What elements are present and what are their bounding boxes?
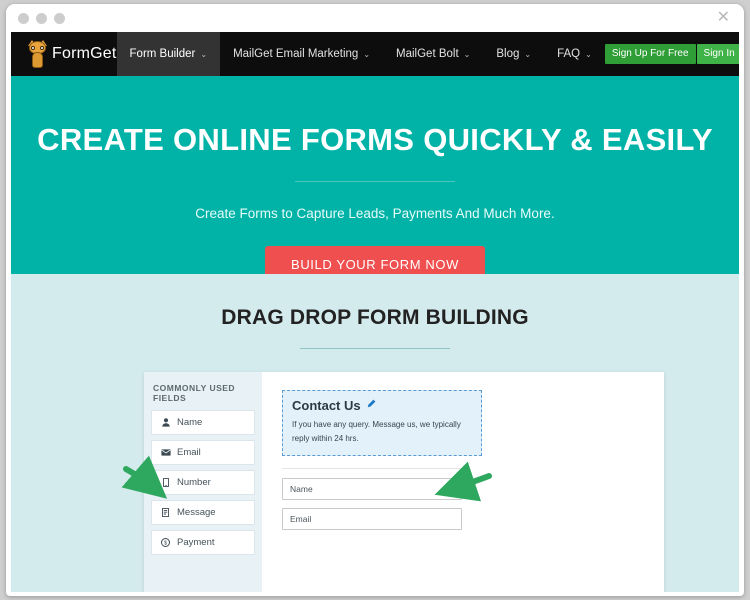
envelope-icon — [160, 449, 171, 456]
form-header-divider — [282, 468, 464, 469]
brand-name: FormGet — [52, 45, 117, 62]
field-block-number[interactable]: Number — [151, 470, 255, 495]
window-dot-close[interactable] — [18, 13, 29, 24]
form-builder-mockup: COMMONLY USED FIELDS Name Email Number M… — [144, 372, 664, 592]
browser-window: ✕ FormGet Form Builder ⌄ MailGet Email M… — [6, 4, 744, 596]
nav-item-form-builder[interactable]: Form Builder ⌄ — [116, 32, 221, 76]
mobile-phone-icon — [160, 478, 171, 487]
dollar-circle-icon: $ — [160, 538, 171, 547]
form-header-title-row: Contact Us — [292, 398, 472, 413]
window-traffic-lights — [18, 13, 65, 24]
form-header-block[interactable]: Contact Us If you have any query. Messag… — [282, 390, 482, 456]
nav-item-label: MailGet Bolt — [396, 48, 459, 60]
field-block-payment[interactable]: $ Payment — [151, 530, 255, 555]
brand-logo[interactable]: FormGet — [11, 32, 117, 76]
window-dot-minimize[interactable] — [36, 13, 47, 24]
hero-divider — [295, 181, 455, 182]
chevron-down-icon: ⌄ — [363, 49, 371, 59]
page-viewport: FormGet Form Builder ⌄ MailGet Email Mar… — [11, 32, 739, 592]
nav-item-faq[interactable]: FAQ ⌄ — [544, 32, 605, 76]
form-header-description: If you have any query. Message us, we ty… — [292, 420, 461, 443]
svg-text:$: $ — [164, 541, 167, 547]
field-block-label: Message — [177, 507, 216, 518]
chevron-down-icon: ⌄ — [463, 49, 471, 59]
chevron-down-icon: ⌄ — [524, 49, 532, 59]
pencil-icon[interactable] — [366, 399, 376, 412]
nav-item-label: Form Builder — [129, 48, 196, 60]
field-block-label: Name — [177, 417, 203, 428]
nav-item-label: MailGet Email Marketing — [233, 48, 359, 60]
field-block-label: Email — [177, 447, 201, 458]
section-title: DRAG DROP FORM BUILDING — [221, 306, 529, 329]
sign-up-button[interactable]: Sign Up For Free — [604, 44, 696, 64]
field-block-label: Payment — [177, 537, 215, 548]
nav-items: Form Builder ⌄ MailGet Email Marketing ⌄… — [116, 32, 605, 76]
hero-subtitle: Create Forms to Capture Leads, Payments … — [195, 206, 555, 221]
hero-section: CREATE ONLINE FORMS QUICKLY & EASILY Cre… — [11, 76, 739, 286]
field-block-name[interactable]: Name — [151, 410, 255, 435]
person-icon — [160, 418, 171, 427]
field-block-email[interactable]: Email — [151, 440, 255, 465]
window-dot-maximize[interactable] — [54, 13, 65, 24]
nav-item-mailget-bolt[interactable]: MailGet Bolt ⌄ — [383, 32, 483, 76]
section-divider — [300, 348, 450, 349]
field-block-label: Number — [177, 477, 211, 488]
form-input-email[interactable]: Email — [282, 508, 462, 530]
message-lines-icon — [160, 508, 171, 517]
screenshot-root: ✕ FormGet Form Builder ⌄ MailGet Email M… — [0, 0, 750, 600]
field-block-message[interactable]: Message — [151, 500, 255, 525]
cat-mascot-logo-icon — [28, 39, 47, 68]
close-icon[interactable]: ✕ — [717, 8, 730, 28]
sidebar-heading: COMMONLY USED FIELDS — [153, 383, 236, 403]
chevron-down-icon: ⌄ — [200, 49, 208, 59]
form-blocks-sidebar: COMMONLY USED FIELDS Name Email Number M… — [144, 372, 262, 592]
nav-item-mailget-email-marketing[interactable]: MailGet Email Marketing ⌄ — [220, 32, 383, 76]
window-titlebar: ✕ — [6, 4, 744, 32]
drag-drop-section: DRAG DROP FORM BUILDING Create Online Fo… — [11, 274, 739, 592]
site-navbar: FormGet Form Builder ⌄ MailGet Email Mar… — [11, 32, 739, 76]
form-header-title: Contact Us — [292, 398, 361, 413]
sign-in-button[interactable]: Sign In — [696, 44, 739, 64]
hero-title: CREATE ONLINE FORMS QUICKLY & EASILY — [37, 122, 713, 157]
form-input-name[interactable]: Name — [282, 478, 462, 500]
nav-item-blog[interactable]: Blog ⌄ — [483, 32, 544, 76]
form-preview-canvas: Contact Us If you have any query. Messag… — [262, 372, 664, 592]
nav-item-label: Blog — [496, 48, 520, 60]
nav-actions: Sign Up For Free Sign In — [604, 32, 739, 76]
chevron-down-icon: ⌄ — [585, 49, 592, 59]
nav-item-label: FAQ — [557, 48, 581, 60]
